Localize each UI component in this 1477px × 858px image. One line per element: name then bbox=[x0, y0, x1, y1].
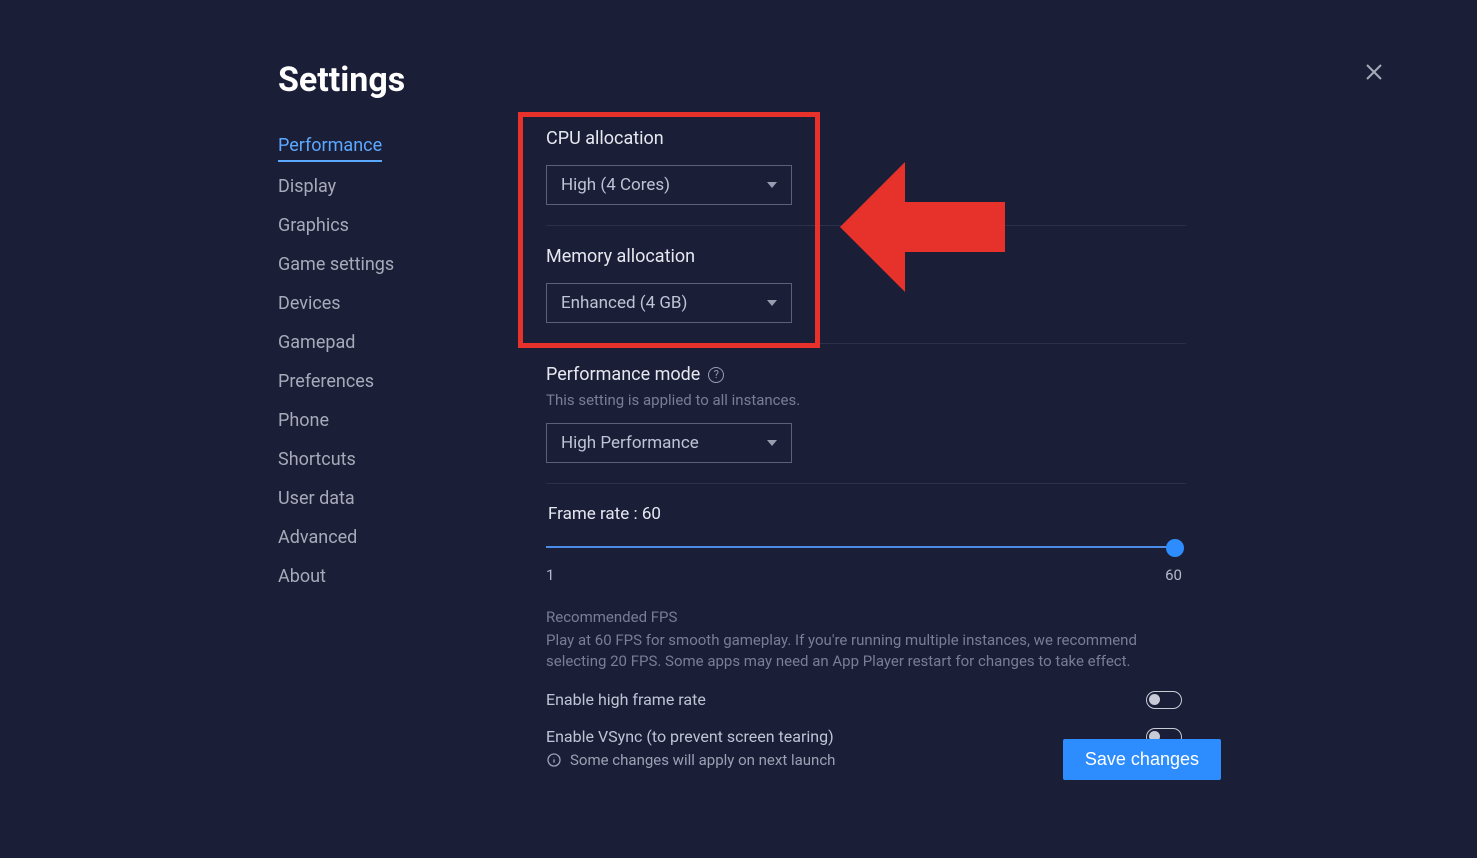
frame-rate-max: 60 bbox=[1165, 566, 1182, 584]
sidebar-item-devices[interactable]: Devices bbox=[278, 293, 394, 318]
chevron-down-icon bbox=[767, 182, 777, 188]
sidebar-item-performance[interactable]: Performance bbox=[278, 135, 382, 162]
close-button[interactable] bbox=[1362, 60, 1386, 84]
info-icon bbox=[546, 752, 562, 768]
memory-allocation-label: Memory allocation bbox=[546, 246, 1186, 267]
sidebar-item-gamepad[interactable]: Gamepad bbox=[278, 332, 394, 357]
info-icon[interactable]: ? bbox=[708, 367, 724, 383]
sidebar-item-advanced[interactable]: Advanced bbox=[278, 527, 394, 552]
slider-thumb[interactable] bbox=[1166, 539, 1184, 557]
memory-allocation-value: Enhanced (4 GB) bbox=[561, 293, 687, 313]
frame-rate-slider[interactable] bbox=[546, 536, 1182, 560]
save-changes-button[interactable]: Save changes bbox=[1063, 739, 1221, 780]
recommended-fps-body: Play at 60 FPS for smooth gameplay. If y… bbox=[546, 630, 1166, 672]
slider-track bbox=[546, 546, 1182, 548]
page-title: Settings bbox=[278, 60, 405, 100]
cpu-allocation-label: CPU allocation bbox=[546, 128, 1186, 149]
high-frame-rate-toggle[interactable] bbox=[1146, 691, 1182, 709]
high-frame-rate-label: Enable high frame rate bbox=[546, 690, 706, 709]
sidebar-item-game-settings[interactable]: Game settings bbox=[278, 254, 394, 279]
sidebar-item-phone[interactable]: Phone bbox=[278, 410, 394, 435]
cpu-allocation-select[interactable]: High (4 Cores) bbox=[546, 165, 792, 205]
frame-rate-min: 1 bbox=[546, 566, 554, 584]
performance-mode-value: High Performance bbox=[561, 433, 699, 453]
footer-notice: Some changes will apply on next launch bbox=[546, 751, 835, 769]
divider bbox=[546, 483, 1186, 484]
frame-rate-label: Frame rate : 60 bbox=[548, 504, 1186, 524]
sidebar-item-shortcuts[interactable]: Shortcuts bbox=[278, 449, 394, 474]
sidebar: Performance Display Graphics Game settin… bbox=[278, 135, 394, 591]
sidebar-item-user-data[interactable]: User data bbox=[278, 488, 394, 513]
sidebar-item-display[interactable]: Display bbox=[278, 176, 394, 201]
cpu-allocation-value: High (4 Cores) bbox=[561, 175, 670, 195]
sidebar-item-preferences[interactable]: Preferences bbox=[278, 371, 394, 396]
performance-mode-label: Performance mode bbox=[546, 364, 700, 385]
recommended-fps-title: Recommended FPS bbox=[546, 608, 1186, 626]
chevron-down-icon bbox=[767, 440, 777, 446]
sidebar-item-about[interactable]: About bbox=[278, 566, 394, 591]
toggle-dot bbox=[1149, 694, 1160, 705]
sidebar-item-graphics[interactable]: Graphics bbox=[278, 215, 394, 240]
divider bbox=[546, 225, 1186, 226]
divider bbox=[546, 343, 1186, 344]
performance-mode-helper: This setting is applied to all instances… bbox=[546, 391, 1186, 409]
chevron-down-icon bbox=[767, 300, 777, 306]
memory-allocation-select[interactable]: Enhanced (4 GB) bbox=[546, 283, 792, 323]
performance-mode-select[interactable]: High Performance bbox=[546, 423, 792, 463]
close-icon bbox=[1362, 60, 1386, 84]
